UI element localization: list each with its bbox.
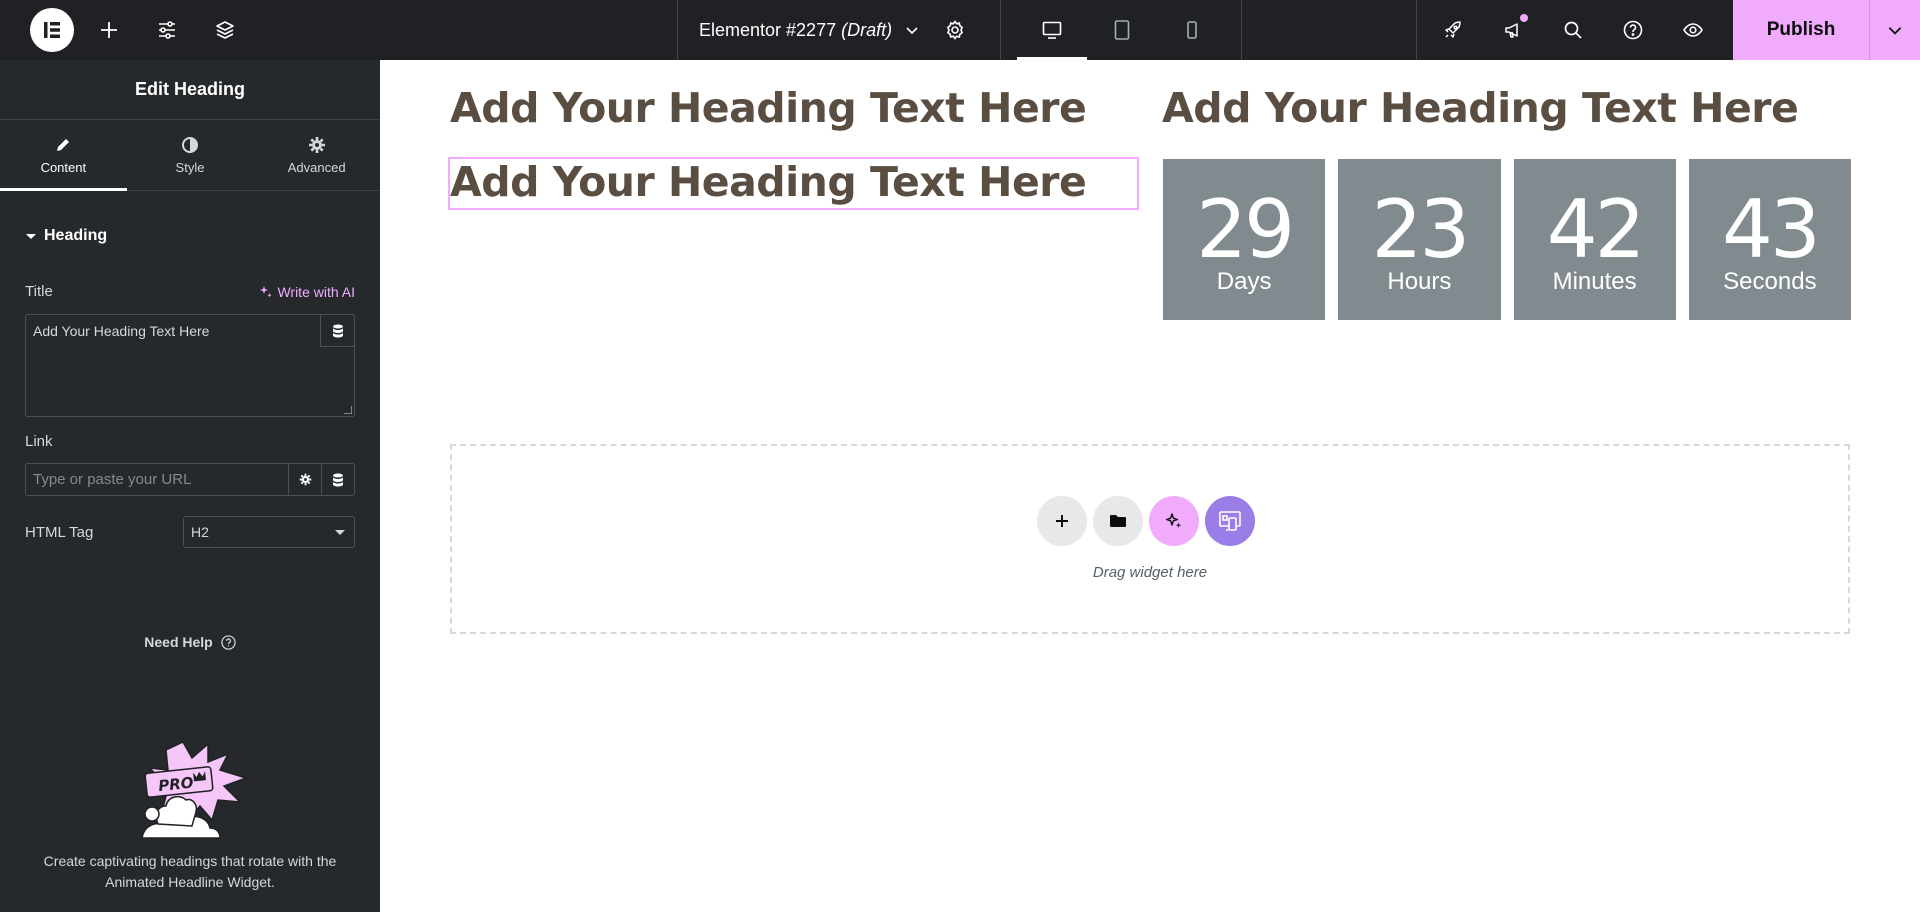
page-settings-icon[interactable] [944,19,966,41]
title-textarea[interactable]: Add Your Heading Text Here [25,314,355,417]
folder-icon [1110,515,1126,527]
caret-down-icon [335,529,345,535]
chevron-down-icon [1888,27,1902,35]
structure-icon[interactable] [196,0,254,60]
ai-builder-button[interactable] [1149,496,1199,546]
chevron-down-icon[interactable] [904,22,920,38]
countdown-value: 23 [1371,182,1470,276]
html-tag-value: H2 [191,524,209,540]
tab-advanced[interactable]: Advanced [253,120,380,190]
sparkle-icon [260,285,273,297]
tab-advanced-label: Advanced [287,159,346,175]
add-template-button[interactable] [1093,496,1143,546]
countdown-value: 42 [1546,182,1646,276]
heading-widget-selected[interactable]: Add Your Heading Text Here [450,158,1087,206]
html-tag-select[interactable]: H2 [183,516,355,548]
need-help-link[interactable]: Need Help [0,634,380,650]
countdown-seconds: 43 Seconds [1688,159,1851,320]
countdown-label: Minutes [1552,267,1637,295]
link-input[interactable]: Type or paste your URL [26,464,288,495]
document-title[interactable]: Elementor #2277 (Draft) [699,20,892,41]
title-value: Add Your Heading Text Here [33,323,210,339]
link-field: Type or paste your URL [25,463,355,496]
title-label: Title [25,283,53,300]
heading-widget[interactable]: Add Your Heading Text Here [1162,84,1799,132]
top-bar-right [1416,0,1723,60]
dynamic-tags-button[interactable] [320,315,354,347]
tablet-icon[interactable] [1087,0,1157,60]
drop-zone-actions [1037,496,1255,546]
top-bar: Elementor #2277 (Draft) Publish [0,0,1920,60]
title-control-header: Title Write with AI [25,283,355,300]
empty-drop-zone[interactable]: Drag widget here [450,444,1850,634]
write-with-ai-label: Write with AI [277,283,355,300]
document-status: (Draft) [841,19,893,40]
plus-icon [1056,515,1068,527]
countdown-widget[interactable]: 29 Days 23 Hours 42 Minutes 43 Seconds [1163,159,1851,320]
countdown-value: 29 [1196,182,1295,276]
html-tag-label: HTML Tag [25,524,94,541]
database-icon [333,473,343,486]
preview-canvas: Add Your Heading Text Here Add Your Head… [380,60,1920,912]
help-icon[interactable] [1603,0,1663,60]
write-with-ai-button[interactable]: Write with AI [259,284,355,300]
document-name: Elementor #2277 [699,19,837,40]
preview-icon[interactable] [1663,0,1723,60]
section-toggle-heading[interactable]: Heading [26,227,380,245]
search-icon[interactable] [1543,0,1603,60]
desktop-icon[interactable] [1017,0,1087,60]
top-bar-left [0,0,254,60]
publish-options-button[interactable] [1869,0,1920,60]
sparkle-icon [1165,513,1182,528]
tab-content[interactable]: Content [0,120,127,191]
panel-tabs: Content Style Advanced [0,120,380,191]
link-label: Link [25,433,53,450]
document-area: Elementor #2277 (Draft) [677,0,1001,60]
countdown-label: Seconds [1723,267,1817,295]
tab-content-label: Content [40,159,87,175]
countdown-days: 29 Days [1163,159,1326,320]
add-element-icon[interactable] [80,0,138,60]
pro-badge-text: PRO [157,774,194,796]
countdown-hours: 23 Hours [1338,159,1501,320]
panel-title: Edit Heading [0,60,380,120]
pencil-icon [57,138,70,151]
promo-text: Create captivating headings that rotate … [43,853,337,890]
need-help-label: Need Help [144,634,213,650]
publish-button[interactable]: Publish [1733,0,1869,60]
drop-zone-hint: Drag widget here [1092,564,1208,581]
gear-icon [299,473,311,486]
countdown-label: Days [1216,267,1272,295]
device-switcher [1001,0,1242,60]
countdown-label: Hours [1387,267,1452,295]
database-icon [332,324,343,337]
gear-icon [308,136,325,153]
resize-handle[interactable] [344,406,352,414]
caret-down-icon [26,233,36,239]
responsive-layout-icon [1219,511,1241,531]
elementor-logo-icon[interactable] [30,8,74,52]
website-templates-button[interactable] [1205,496,1255,546]
add-section-button[interactable] [1037,496,1087,546]
launchpad-icon[interactable] [1423,0,1483,60]
pro-promo-illustration: PRO [141,741,249,839]
help-icon [221,634,236,650]
section-title: Heading [44,227,108,244]
tab-style-label: Style [175,159,205,175]
countdown-minutes: 42 Minutes [1513,159,1676,320]
contrast-icon [182,136,198,153]
whats-new-icon[interactable] [1483,0,1543,60]
tab-style[interactable]: Style [127,120,254,190]
site-settings-icon[interactable] [138,0,196,60]
link-options-button[interactable] [288,464,321,495]
countdown-value: 43 [1721,182,1821,276]
notification-dot [1520,14,1528,22]
link-dynamic-tags-button[interactable] [321,464,354,495]
editor-panel: Edit Heading Content Style Advanced Head… [0,60,380,912]
heading-widget[interactable]: Add Your Heading Text Here [450,84,1087,132]
mobile-icon[interactable] [1157,0,1227,60]
